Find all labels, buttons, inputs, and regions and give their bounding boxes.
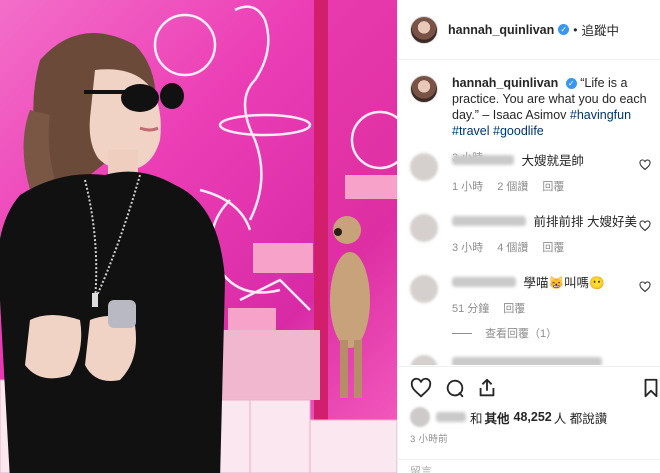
- comment-heart-icon[interactable]: [639, 220, 651, 232]
- commenter-name-redacted[interactable]: [452, 357, 602, 365]
- photo-illustration: [0, 0, 397, 473]
- comment-item: 大嫂就是帥 1 小時 2 個讚 回覆: [410, 153, 655, 194]
- likes-prefix: 和: [470, 411, 483, 426]
- liker-name-redacted[interactable]: [436, 412, 466, 422]
- likes-count[interactable]: 48,252: [514, 410, 552, 424]
- comment-likes[interactable]: 4 個讚: [497, 239, 528, 255]
- commenter-name-redacted[interactable]: [452, 216, 526, 226]
- comment-time: 51 分鐘: [452, 303, 490, 315]
- commenter-avatar[interactable]: [410, 214, 438, 242]
- liker-avatar: [410, 407, 430, 427]
- commenter-name-redacted[interactable]: [452, 277, 516, 287]
- comment-item: 學喵😸叫嗎😶 51 分鐘 回覆: [410, 275, 655, 316]
- likes-others-label: 其他: [484, 411, 510, 426]
- verified-badge-icon: ✓: [558, 24, 570, 35]
- following-button[interactable]: 追蹤中: [581, 20, 619, 39]
- caption: hannah_quinlivan ✓ “Life is a practice. …: [410, 75, 655, 165]
- likes-summary[interactable]: 和 其他 48,252 人 都說讚: [410, 407, 607, 427]
- verified-badge-icon: ✓: [565, 78, 577, 89]
- reply-button[interactable]: 回覆: [542, 178, 564, 194]
- comment-text: 前排前排 大嫂好美: [533, 215, 637, 229]
- caption-avatar[interactable]: [410, 75, 438, 103]
- post-header: hannah_quinlivan ✓ • 追蹤中: [398, 0, 660, 60]
- replies-divider: [452, 333, 472, 334]
- reply-button[interactable]: 回覆: [503, 300, 525, 316]
- caption-text-block: hannah_quinlivan ✓ “Life is a practice. …: [452, 75, 655, 139]
- add-comment-input[interactable]: 留言……: [398, 459, 660, 473]
- avatar[interactable]: [410, 15, 438, 44]
- hashtag-link[interactable]: #travel: [452, 124, 490, 138]
- reply-button[interactable]: 回覆: [542, 239, 564, 255]
- commenter-name-redacted[interactable]: [452, 155, 514, 165]
- bookmark-icon[interactable]: [640, 377, 660, 399]
- post-timestamp: 3 小時前: [410, 434, 448, 445]
- post-actions: 和 其他 48,252 人 都說讚 3 小時前 留言……: [398, 366, 660, 473]
- commenter-avatar[interactable]: [410, 355, 438, 365]
- view-replies-label: 查看回覆（1）: [485, 328, 558, 340]
- heart-icon[interactable]: [410, 377, 432, 399]
- comment-likes[interactable]: 2 個讚: [497, 178, 528, 194]
- username-link[interactable]: hannah_quinlivan: [448, 23, 554, 37]
- comment-text: 大嫂就是帥: [521, 154, 584, 168]
- hashtag-link[interactable]: #havingfun: [570, 108, 631, 122]
- comment-heart-icon[interactable]: [639, 159, 651, 171]
- comment-time: 3 小時: [452, 242, 484, 254]
- post-photo[interactable]: [0, 0, 397, 473]
- comments-list[interactable]: hannah_quinlivan ✓ “Life is a practice. …: [398, 61, 660, 365]
- hashtag-link[interactable]: #goodlife: [493, 124, 544, 138]
- commenter-avatar[interactable]: [410, 275, 438, 303]
- share-icon[interactable]: [476, 377, 498, 399]
- comment-time: 1 小時: [452, 181, 484, 193]
- comment-text: 學喵😸叫嗎😶: [523, 276, 605, 290]
- post-details-panel: hannah_quinlivan ✓ • 追蹤中 hannah_quinliva…: [397, 0, 660, 473]
- comment-heart-icon[interactable]: [639, 281, 651, 293]
- likes-suffix: 人 都說讚: [553, 411, 608, 426]
- view-replies-button[interactable]: 查看回覆（1）: [452, 325, 557, 341]
- commenter-avatar[interactable]: [410, 153, 438, 181]
- comment-item-partial: [410, 355, 655, 365]
- separator-dot: •: [573, 22, 578, 37]
- caption-username[interactable]: hannah_quinlivan: [452, 76, 558, 90]
- comment-icon[interactable]: [444, 377, 466, 399]
- comment-item: 前排前排 大嫂好美 3 小時 4 個讚 回覆: [410, 214, 655, 255]
